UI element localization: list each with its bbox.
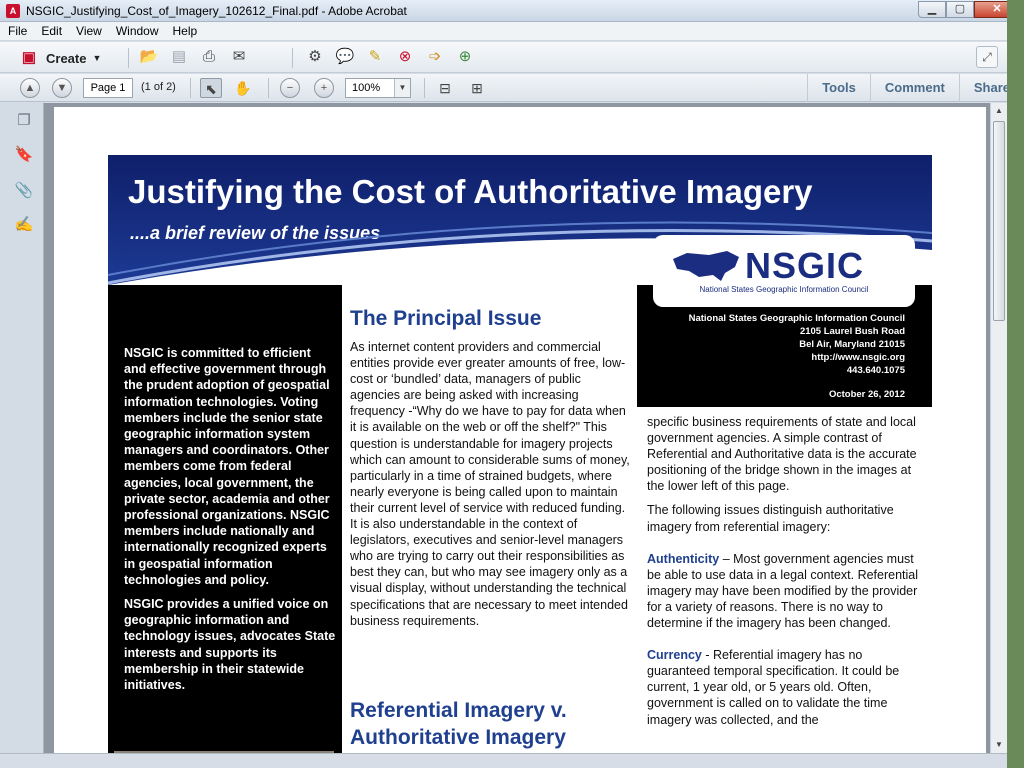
sign-pen-icon[interactable]: ✎ (364, 46, 386, 68)
scroll-down-icon[interactable]: ▼ (991, 737, 1007, 753)
body-paragraph: The following issues distinguish authori… (647, 503, 894, 534)
menu-window[interactable]: Window (108, 22, 165, 38)
navigation-toolbar: ▲ ▼ Page 1 (1 of 2) ⬉ ✋ − + 100% ▼ ⊟ ⊞ T… (0, 74, 1024, 102)
title-bar: A NSGIC_Justifying_Cost_of_Imagery_10261… (0, 0, 1024, 22)
attachments-paperclip-icon[interactable]: 📎 (14, 181, 34, 201)
desktop-edge (1007, 0, 1024, 768)
about-nsgic-text: NSGIC is committed to efficient and effe… (124, 345, 336, 701)
logo-caption: National States Geographic Information C… (699, 285, 869, 294)
insert-page-icon[interactable]: ⊕ (454, 46, 476, 68)
delete-page-icon[interactable]: ⊗ (394, 46, 416, 68)
window-title: NSGIC_Justifying_Cost_of_Imagery_102612_… (26, 4, 407, 18)
main-toolbar: ▣ Create ▼ 📂 ▤ ⎙ ✉ ⚙ 💬 ✎ ⊗ ➩ ⊕ ⤢ (0, 42, 1024, 73)
export-icon[interactable]: ➩ (424, 46, 446, 68)
document-date: October 26, 2012 (828, 389, 905, 400)
zoom-value: 100% (352, 82, 381, 94)
maximize-button[interactable]: ▢ (946, 1, 974, 18)
select-tool-icon[interactable]: ⬉ (200, 78, 222, 98)
zoom-out-button[interactable]: − (280, 78, 300, 98)
zoom-in-button[interactable]: + (314, 78, 334, 98)
authenticity-keyword: Authenticity (647, 551, 720, 566)
address-line: 443.640.1075 (846, 365, 905, 376)
signatures-icon[interactable]: ✍ (14, 215, 34, 235)
address-line: http://www.nsgic.org (811, 352, 905, 363)
create-pdf-icon: ▣ (21, 49, 37, 66)
minimize-button[interactable]: ▁ (918, 1, 946, 18)
tools-link[interactable]: Tools (807, 74, 870, 102)
navigation-pane: ❐ 🔖 📎 ✍ (0, 103, 44, 753)
open-folder-icon[interactable]: 📂 (138, 46, 160, 68)
document-viewport[interactable]: Justifying the Cost of Authoritative Ima… (44, 103, 990, 753)
expand-icon[interactable]: ⤢ (976, 46, 998, 68)
principal-issue-text: As internet content providers and commer… (350, 340, 630, 628)
about-paragraph: NSGIC is committed to efficient and effe… (124, 346, 330, 587)
fit-page-icon[interactable]: ⊞ (466, 78, 488, 98)
fit-width-icon[interactable]: ⊟ (434, 78, 456, 98)
address-line: National States Geographic Information C… (688, 313, 905, 324)
create-label: Create (46, 50, 87, 66)
address-line: 2105 Laurel Bush Road (799, 326, 905, 337)
menu-bar: FileEditViewWindowHelp × (0, 22, 1024, 41)
email-icon[interactable]: ✉ (228, 46, 250, 68)
print-icon[interactable]: ⎙ (198, 46, 220, 68)
menu-help[interactable]: Help (165, 22, 204, 38)
settings-gear-icon[interactable]: ⚙ (304, 46, 326, 68)
hand-tool-icon[interactable]: ✋ (232, 78, 254, 98)
zoom-dropdown-icon[interactable]: ▼ (394, 79, 410, 97)
referential-heading: Referential Imagery v. Authoritative Ima… (350, 699, 567, 749)
scrollbar-thumb[interactable] (993, 121, 1005, 321)
menu-file[interactable]: File (0, 22, 33, 38)
next-page-button[interactable]: ▼ (52, 78, 72, 98)
zoom-level-field[interactable]: 100% ▼ (345, 78, 411, 98)
window-bottom-border (0, 753, 1007, 768)
address-line: Bel Air, Maryland 21015 (799, 339, 905, 350)
vertical-scrollbar[interactable]: ▲ ▼ (990, 103, 1007, 753)
principal-issue-heading: The Principal Issue (350, 307, 542, 330)
body-paragraph: specific business requirements of state … (647, 415, 917, 494)
nsgic-logo: NSGIC National States Geographic Informa… (653, 235, 915, 307)
save-icon[interactable]: ▤ (168, 46, 190, 68)
us-map-icon (673, 251, 739, 281)
acrobat-window: A NSGIC_Justifying_Cost_of_Imagery_10261… (0, 0, 1024, 768)
right-column-text: specific business requirements of state … (647, 414, 929, 736)
menu-edit[interactable]: Edit (33, 22, 68, 38)
comment-bubble-icon[interactable]: 💬 (334, 46, 356, 68)
create-button[interactable]: ▣ Create ▼ (18, 47, 101, 69)
acrobat-app-icon: A (6, 4, 20, 18)
page-count: (1 of 2) (141, 81, 176, 93)
previous-page-button[interactable]: ▲ (20, 78, 40, 98)
scroll-up-icon[interactable]: ▲ (991, 103, 1007, 119)
bookmarks-icon[interactable]: 🔖 (14, 145, 34, 165)
page-thumbnails-icon[interactable]: ❐ (14, 111, 34, 131)
menu-view[interactable]: View (68, 22, 108, 38)
pdf-page: Justifying the Cost of Authoritative Ima… (54, 107, 986, 753)
contact-address: National States Geographic Information C… (637, 312, 905, 377)
about-paragraph: NSGIC provides a unified voice on geogra… (124, 597, 336, 693)
chevron-down-icon: ▼ (92, 53, 102, 63)
currency-paragraph: Currency - Referential imagery has no gu… (647, 647, 929, 727)
currency-keyword: Currency (647, 648, 702, 663)
page-number-input[interactable]: Page 1 (83, 78, 133, 98)
comment-link[interactable]: Comment (869, 74, 959, 102)
authenticity-paragraph: Authenticity – Most government agencies … (647, 551, 929, 631)
logo-wordmark: NSGIC (745, 245, 865, 286)
